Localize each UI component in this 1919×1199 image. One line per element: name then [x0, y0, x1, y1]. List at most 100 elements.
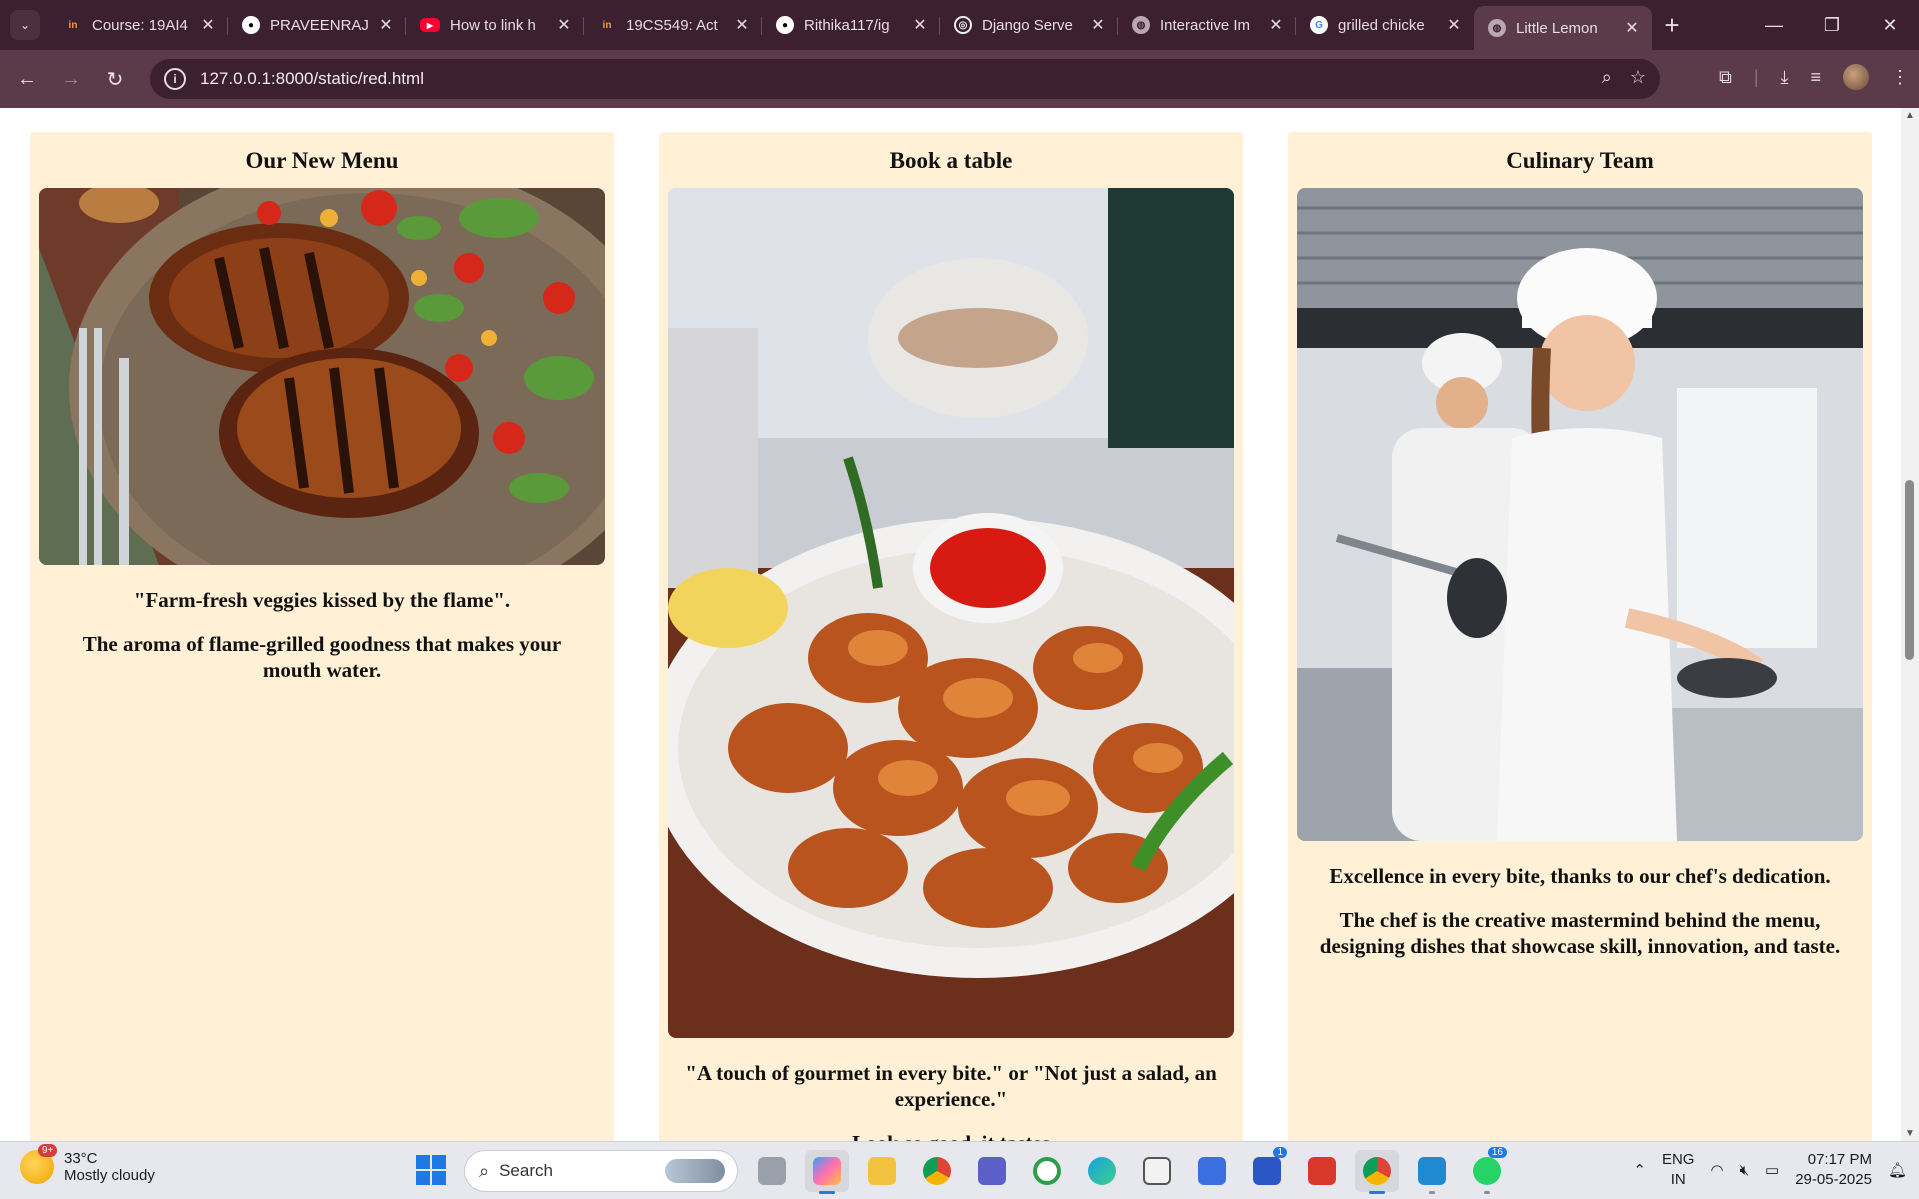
windows-start-icon[interactable]	[416, 1155, 446, 1185]
notification-count: 1	[1273, 1147, 1287, 1158]
culinary-team-card: Culinary Team Excellence in every bite, …	[1288, 132, 1872, 1141]
address-bar[interactable]: i 127.0.0.1:8000/static/red.html ⌕ ☆	[150, 59, 1660, 99]
coursera-favicon-icon: in	[602, 19, 612, 31]
card-text: The aroma of flame-grilled goodness that…	[82, 632, 562, 682]
menu-kebab-icon[interactable]: ⋮	[1891, 67, 1909, 88]
taskbar-apps: 1 16	[750, 1147, 1509, 1194]
teams-icon[interactable]	[970, 1150, 1014, 1192]
task-view-icon[interactable]	[750, 1150, 794, 1192]
minimize-icon[interactable]: —	[1745, 0, 1803, 50]
weather-widget[interactable]: 9+ 33°C Mostly cloudy	[20, 1144, 155, 1184]
new-tab-button[interactable]: +	[1652, 10, 1692, 41]
back-button[interactable]: ←	[8, 60, 46, 98]
tab-strip: ⌄ in Course: 19AI4 ✕ ● PRAVEENRAJ ✕ ▶ Ho…	[0, 0, 1919, 50]
whatsapp-icon[interactable]: 16	[1465, 1147, 1509, 1194]
google-icon: G	[1310, 16, 1328, 34]
wifi-icon[interactable]: ◠	[1710, 1161, 1723, 1179]
reload-button[interactable]: ↻	[96, 60, 134, 98]
chevron-up-icon[interactable]: ⌃	[1633, 1161, 1646, 1179]
card-title: Our New Menu	[245, 148, 399, 173]
browser-tab[interactable]: ◍ Interactive Im ✕	[1118, 0, 1296, 50]
github-icon: ●	[776, 16, 794, 34]
l-app-icon[interactable]: 1	[1245, 1147, 1289, 1192]
close-tab-icon[interactable]: ✕	[1444, 15, 1464, 35]
tab-search-button[interactable]: ⌄	[10, 10, 40, 40]
search-highlight-icon	[665, 1159, 725, 1183]
close-tab-icon[interactable]: ✕	[910, 15, 930, 35]
tab-title: Course: 19AI4	[92, 16, 188, 34]
file-explorer-icon[interactable]	[860, 1150, 904, 1192]
scroll-thumb[interactable]	[1905, 480, 1914, 660]
menu-card: Our New Menu "Farm-fresh veggies kissed …	[30, 132, 614, 1141]
vscode-icon[interactable]	[1410, 1150, 1454, 1194]
browser-tab-active[interactable]: ◍ Little Lemon ✕	[1474, 6, 1652, 50]
clock-time: 07:17 PM	[1807, 1151, 1872, 1168]
globe-icon: ◍	[1488, 19, 1506, 37]
battery-icon[interactable]: ▭	[1765, 1161, 1779, 1179]
site-info-icon[interactable]: i	[164, 68, 186, 90]
browser-tab[interactable]: ◎ Django Serve ✕	[940, 0, 1118, 50]
tab-title: Django Serve	[982, 16, 1073, 34]
taskbar-search[interactable]: ⌕ Search	[464, 1150, 738, 1192]
browser-tab[interactable]: in 19CS549: Act ✕	[584, 0, 762, 50]
extensions-icon[interactable]: ⧉	[1719, 67, 1732, 88]
toolbar-divider: |	[1753, 66, 1759, 87]
close-tab-icon[interactable]: ✕	[376, 15, 396, 35]
browser-tab[interactable]: ● Rithika117/ig ✕	[762, 0, 940, 50]
download-icon[interactable]: ⤓	[1781, 67, 1789, 88]
page-content: Our New Menu "Farm-fresh veggies kissed …	[0, 108, 1919, 1141]
system-tray: ⌃ ENG IN ◠ 🔇︎ ▭ 07:17 PM 29-05-2025 🔔︎	[1633, 1150, 1907, 1190]
blue-a-app-icon[interactable]	[1190, 1150, 1234, 1192]
bookmark-star-icon[interactable]: ☆	[1630, 67, 1646, 88]
address-text: 127.0.0.1:8000/static/red.html	[200, 69, 424, 88]
tab-title: 19CS549: Act	[626, 16, 718, 34]
notification-count: 16	[1487, 1147, 1507, 1158]
tab-title: Interactive Im	[1160, 16, 1251, 34]
notifications-bell-icon[interactable]: 🔔︎	[1888, 1161, 1907, 1179]
chrome-profile-icon[interactable]	[1355, 1150, 1399, 1194]
media-control-icon[interactable]: ≡	[1810, 67, 1821, 88]
forward-button[interactable]: →	[52, 60, 90, 98]
browser-tab[interactable]: ● PRAVEENRAJ ✕	[228, 0, 406, 50]
search-label: Search	[499, 1161, 553, 1180]
close-tab-icon[interactable]: ✕	[732, 15, 752, 35]
weather-temp: 33°C	[64, 1150, 98, 1167]
close-tab-icon[interactable]: ✕	[554, 15, 574, 35]
weather-desc: Mostly cloudy	[64, 1167, 155, 1184]
zoom-icon[interactable]: ⌕	[1602, 67, 1612, 88]
weather-badge: 9+	[38, 1144, 58, 1157]
copilot-icon[interactable]	[805, 1150, 849, 1194]
close-tab-icon[interactable]: ✕	[198, 15, 218, 35]
volume-muted-icon[interactable]: 🔇︎	[1740, 1162, 1749, 1179]
chrome-icon[interactable]	[915, 1150, 959, 1192]
close-tab-icon[interactable]: ✕	[1266, 15, 1286, 35]
green-app-icon[interactable]	[1025, 1150, 1069, 1192]
browser-tab[interactable]: G grilled chicke ✕	[1296, 0, 1474, 50]
wps-icon[interactable]	[1300, 1150, 1344, 1192]
edge-icon[interactable]	[1080, 1150, 1124, 1192]
scroll-down-arrow-icon[interactable]: ▼	[1905, 1128, 1915, 1139]
tab-title: PRAVEENRAJ	[270, 16, 369, 34]
language-indicator[interactable]: ENG IN	[1662, 1150, 1695, 1190]
clock[interactable]: 07:17 PM 29-05-2025	[1795, 1150, 1872, 1190]
profile-avatar[interactable]	[1843, 64, 1869, 90]
tab-title: grilled chicke	[1338, 16, 1425, 34]
close-tab-icon[interactable]: ✕	[1622, 18, 1642, 38]
close-tab-icon[interactable]: ✕	[1088, 15, 1108, 35]
page-scrollbar[interactable]: ▲ ▼	[1901, 108, 1919, 1141]
github-icon: ●	[242, 16, 260, 34]
scroll-up-arrow-icon[interactable]: ▲	[1905, 110, 1915, 121]
browser-tab[interactable]: ▶ How to link h ✕	[406, 0, 584, 50]
grilled-chicken-image	[39, 188, 605, 565]
card-title: Book a table	[889, 148, 1013, 173]
card-text: The chef is the creative mastermind behi…	[1319, 908, 1841, 958]
tab-title: How to link h	[450, 16, 536, 34]
browser-tab[interactable]: in Course: 19AI4 ✕	[50, 0, 228, 50]
close-window-icon[interactable]: ✕	[1861, 0, 1919, 50]
search-icon: ⌕	[479, 1160, 490, 1181]
store-icon[interactable]	[1135, 1150, 1179, 1192]
tab-title: Rithika117/ig	[804, 16, 890, 34]
restore-icon[interactable]: ❐	[1803, 0, 1861, 50]
region-code: IN	[1670, 1171, 1686, 1188]
book-table-card: Book a table "A touch of gourmet in ever…	[659, 132, 1243, 1141]
